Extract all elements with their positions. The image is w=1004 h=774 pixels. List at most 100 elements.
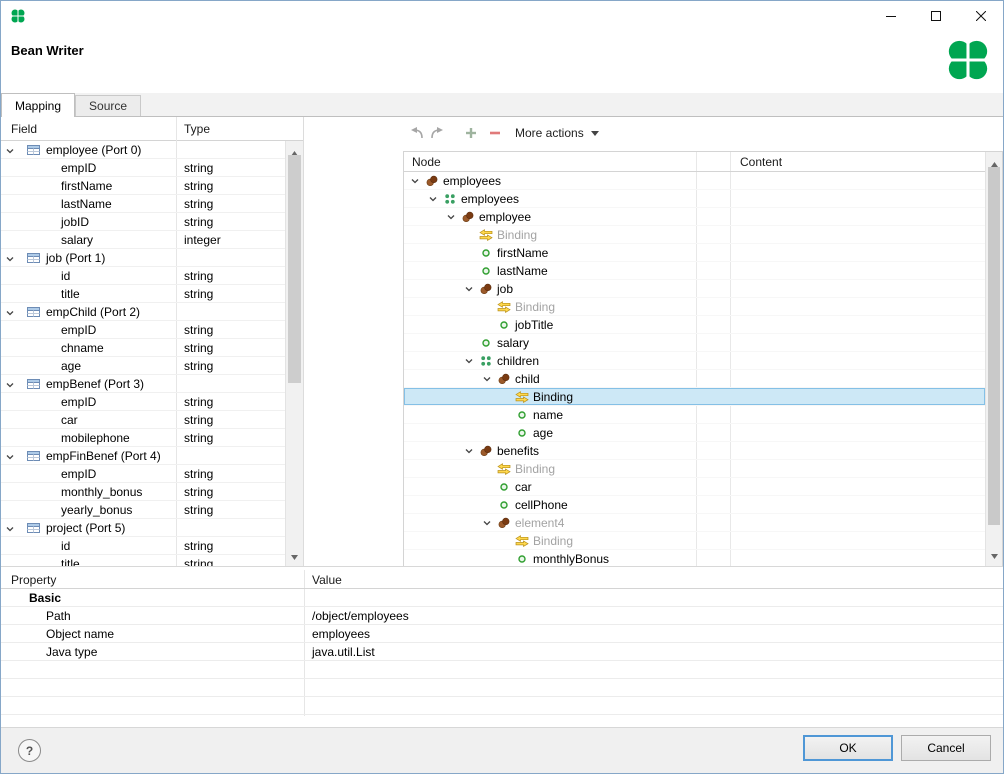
ok-button[interactable]: OK — [803, 735, 893, 761]
map-connect-left-icon[interactable] — [407, 123, 427, 143]
horizontal-splitter[interactable] — [1, 566, 1003, 567]
tree-node-binding[interactable]: Binding — [404, 226, 985, 244]
tree-node-lastname[interactable]: lastName — [404, 262, 985, 280]
field-row[interactable]: idstring — [1, 267, 285, 285]
field-row[interactable]: monthly_bonusstring — [1, 483, 285, 501]
mapping-tree-panel: Node Content employeesemployeesemployeeB… — [403, 151, 1003, 567]
tree-node-binding[interactable]: Binding — [404, 460, 985, 478]
field-name: monthly_bonus — [61, 485, 142, 499]
field-name: chname — [61, 341, 104, 355]
field-name: yearly_bonus — [61, 503, 132, 517]
chevron-down-icon[interactable] — [464, 446, 478, 456]
property-value[interactable]: employees — [312, 627, 370, 641]
field-group-row[interactable]: project (Port 5) — [1, 519, 285, 537]
chevron-down-icon[interactable] — [464, 284, 478, 294]
field-group-row[interactable]: employee (Port 0) — [1, 141, 285, 159]
field-group-row[interactable]: job (Port 1) — [1, 249, 285, 267]
field-group-row[interactable]: empChild (Port 2) — [1, 303, 285, 321]
fields-scrollbar[interactable] — [285, 141, 303, 567]
property-row[interactable]: Path/object/employees — [1, 607, 1003, 625]
field-row[interactable]: empIDstring — [1, 321, 285, 339]
scrollbar-thumb[interactable] — [288, 155, 301, 383]
field-row[interactable]: empIDstring — [1, 159, 285, 177]
cancel-button[interactable]: Cancel — [901, 735, 991, 761]
map-connect-right-icon[interactable] — [427, 123, 447, 143]
minimize-button[interactable] — [868, 1, 913, 31]
chevron-down-icon[interactable] — [410, 176, 424, 186]
chevron-down-icon[interactable] — [591, 131, 599, 136]
chevron-down-icon[interactable] — [5, 523, 15, 537]
chevron-down-icon[interactable] — [5, 451, 15, 465]
property-value[interactable]: /object/employees — [312, 609, 409, 623]
field-row[interactable]: jobIDstring — [1, 213, 285, 231]
field-row[interactable]: salaryinteger — [1, 231, 285, 249]
field-row[interactable]: titlestring — [1, 285, 285, 303]
bean-icon — [424, 175, 440, 187]
chevron-down-icon[interactable] — [5, 307, 15, 321]
tree-node-benefits[interactable]: benefits — [404, 442, 985, 460]
tree-node-jobtitle[interactable]: jobTitle — [404, 316, 985, 334]
field-group-row[interactable]: empFinBenef (Port 4) — [1, 447, 285, 465]
chevron-down-icon[interactable] — [464, 356, 478, 366]
column-header-node: Node — [412, 155, 441, 169]
maximize-button[interactable] — [913, 1, 958, 31]
field-row[interactable]: lastNamestring — [1, 195, 285, 213]
element-icon — [514, 410, 530, 420]
field-row[interactable]: empIDstring — [1, 465, 285, 483]
tree-node-job[interactable]: job — [404, 280, 985, 298]
field-name: lastName — [61, 197, 112, 211]
chevron-down-icon[interactable] — [482, 518, 496, 528]
tree-node-salary[interactable]: salary — [404, 334, 985, 352]
tree-node-employee[interactable]: employee — [404, 208, 985, 226]
field-row[interactable]: idstring — [1, 537, 285, 555]
chevron-down-icon[interactable] — [446, 212, 460, 222]
column-header-field: Field — [11, 122, 37, 136]
field-group-row[interactable]: empBenef (Port 3) — [1, 375, 285, 393]
chevron-down-icon[interactable] — [5, 253, 15, 267]
more-actions-button[interactable]: More actions — [515, 126, 584, 140]
field-row[interactable]: agestring — [1, 357, 285, 375]
tree-node-binding[interactable]: Binding — [404, 388, 985, 406]
chevron-down-icon[interactable] — [482, 374, 496, 384]
property-value[interactable]: java.util.List — [312, 645, 375, 659]
properties-header: Property Value — [1, 570, 1003, 589]
tab-source-label: Source — [89, 99, 127, 113]
property-row[interactable]: Java typejava.util.List — [1, 643, 1003, 661]
tree-node-car[interactable]: car — [404, 478, 985, 496]
field-row[interactable]: yearly_bonusstring — [1, 501, 285, 519]
tree-node-children[interactable]: children — [404, 352, 985, 370]
remove-icon[interactable] — [485, 123, 505, 143]
binding-icon — [514, 391, 530, 403]
tree-node-child[interactable]: child — [404, 370, 985, 388]
field-row[interactable]: mobilephonestring — [1, 429, 285, 447]
close-button[interactable] — [958, 1, 1003, 31]
tree-node-binding[interactable]: Binding — [404, 532, 985, 550]
scroll-down-icon[interactable] — [991, 548, 998, 562]
chevron-down-icon[interactable] — [428, 194, 442, 204]
tree-node-name[interactable]: name — [404, 406, 985, 424]
tab-mapping[interactable]: Mapping — [1, 93, 75, 117]
tree-node-employees[interactable]: employees — [404, 172, 985, 190]
tree-node-firstname[interactable]: firstName — [404, 244, 985, 262]
tree-scrollbar[interactable] — [985, 152, 1002, 566]
add-icon[interactable] — [461, 123, 481, 143]
field-name: age — [61, 359, 81, 373]
field-row[interactable]: firstNamestring — [1, 177, 285, 195]
field-type: string — [184, 215, 213, 229]
property-row[interactable]: Object nameemployees — [1, 625, 1003, 643]
help-button[interactable]: ? — [18, 739, 41, 762]
field-row[interactable]: carstring — [1, 411, 285, 429]
chevron-down-icon[interactable] — [5, 145, 15, 159]
tree-node-cellphone[interactable]: cellPhone — [404, 496, 985, 514]
scroll-down-icon[interactable] — [291, 549, 298, 563]
field-row[interactable]: empIDstring — [1, 393, 285, 411]
chevron-down-icon[interactable] — [5, 379, 15, 393]
field-row[interactable]: chnamestring — [1, 339, 285, 357]
tree-node-binding[interactable]: Binding — [404, 298, 985, 316]
tree-node-monthlybonus[interactable]: monthlyBonus — [404, 550, 985, 566]
tree-node-age[interactable]: age — [404, 424, 985, 442]
tree-node-element4[interactable]: element4 — [404, 514, 985, 532]
tree-node-employees[interactable]: employees — [404, 190, 985, 208]
tab-source[interactable]: Source — [75, 95, 141, 116]
scrollbar-thumb[interactable] — [988, 167, 1000, 525]
